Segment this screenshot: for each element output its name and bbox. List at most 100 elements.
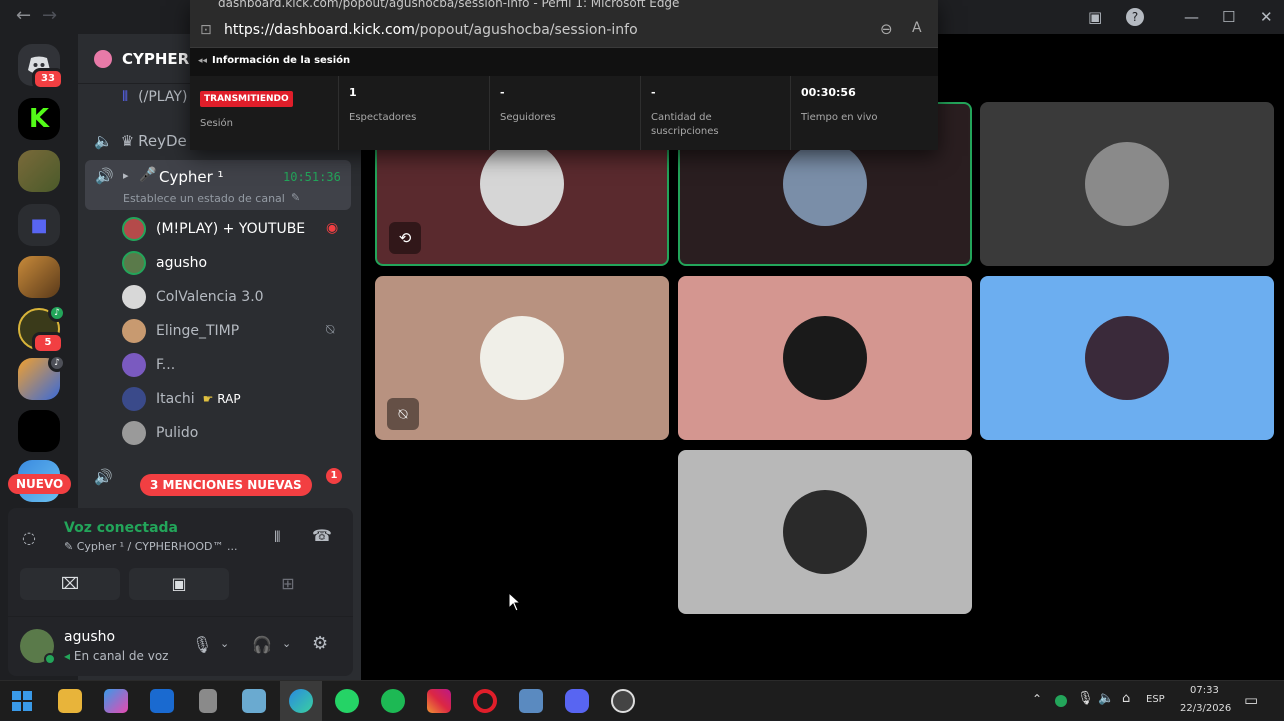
maximize-icon[interactable]: ☐ (1222, 8, 1235, 26)
member-name: (M!PLAY) + YOUTUBE (156, 221, 306, 237)
member-name: agusho (156, 255, 208, 271)
notepad-icon[interactable] (242, 689, 266, 713)
avatar (480, 142, 564, 226)
live-stream-icon: ◉ (326, 220, 339, 236)
spotify-icon[interactable] (381, 689, 405, 713)
headset-icon[interactable]: 🎧 (252, 635, 272, 654)
new-pill[interactable]: NUEVO (8, 474, 72, 494)
mic-icon[interactable]: 🎙 (1077, 691, 1094, 706)
inbox-icon[interactable]: ▣ (1088, 8, 1102, 26)
read-aloud-icon[interactable]: A (912, 20, 922, 36)
voice-member[interactable]: Itachi ☛ RAP (122, 384, 241, 414)
obs-icon[interactable] (611, 689, 635, 713)
app-icon[interactable] (199, 689, 217, 713)
file-explorer-icon[interactable] (58, 689, 82, 713)
address-bar[interactable]: ⊡ https://dashboard.kick.com/popout/agus… (190, 14, 938, 48)
discord-home-button[interactable]: 33 (18, 44, 64, 90)
live-status-badge: TRANSMITIENDO (200, 91, 293, 107)
zoom-icon[interactable]: ⊖ (880, 20, 893, 38)
voice-member[interactable]: Elinge_TIMP (122, 316, 239, 346)
server-icon-4[interactable]: ♪ 5 (18, 304, 66, 354)
avatar (783, 316, 867, 400)
voice-member[interactable]: F... (122, 350, 175, 380)
discord-icon[interactable] (565, 689, 589, 713)
settings-gear-icon[interactable]: ⚙ (312, 633, 328, 654)
volume-icon[interactable]: 🔈 (1098, 691, 1114, 706)
muted-mic-icon: ⍉ (326, 322, 335, 338)
close-icon[interactable]: ✕ (1260, 8, 1273, 26)
screen-share-button[interactable]: ▣ (129, 568, 229, 600)
voice-channel-path[interactable]: ✎ Cypher ¹ / CYPHERHOOD™ ... (64, 540, 238, 553)
notifications-icon[interactable]: ▭ (1244, 691, 1258, 709)
minimize-icon[interactable]: — (1184, 8, 1199, 26)
copilot-icon[interactable] (104, 689, 128, 713)
session-stat: TRANSMITIENDO Sesión (190, 76, 339, 150)
edge-icon[interactable] (289, 689, 313, 713)
user-area: agusho ◂ En canal de voz 🎙 ⌄ 🎧 ⌄ ⚙ (8, 616, 353, 676)
instagram-icon[interactable] (427, 689, 451, 713)
chevron-up-icon[interactable]: ⌃ (1032, 692, 1042, 706)
camera-off-button[interactable]: ⌧ (20, 568, 120, 600)
voice-member[interactable]: ColValencia 3.0 (122, 282, 264, 312)
voice-member[interactable]: Pulido (122, 418, 198, 448)
avatar (122, 421, 146, 445)
server-icon-2[interactable] (18, 150, 60, 192)
participant-tile[interactable] (678, 450, 972, 614)
whatsapp-icon[interactable] (335, 689, 359, 713)
app-icon[interactable] (519, 689, 543, 713)
folder-icon[interactable]: ■ (18, 204, 60, 246)
user-status: ◂ En canal de voz (64, 649, 169, 663)
forward-arrow-icon[interactable]: → (42, 5, 57, 26)
participant-tile[interactable] (980, 276, 1274, 440)
channel-timer: 10:51:36 (283, 170, 341, 184)
help-icon[interactable]: ? (1126, 8, 1144, 26)
mic-icon[interactable]: 🎙 (192, 635, 212, 654)
voice-member[interactable]: (M!PLAY) + YOUTUBE (122, 214, 305, 244)
avatar (122, 319, 146, 343)
start-windows-icon[interactable] (12, 691, 32, 711)
voice-status[interactable]: Voz conectada (64, 520, 178, 536)
url-text[interactable]: https://dashboard.kick.com/popout/agusho… (224, 22, 638, 38)
language-indicator[interactable]: ESP (1146, 694, 1165, 705)
channel-status-hint[interactable]: Establece un estado de canal (123, 192, 285, 205)
lock-icon[interactable]: ⊡ (200, 22, 212, 38)
server-icon-6[interactable] (18, 410, 60, 452)
activities-button[interactable]: ⊞ (238, 568, 338, 600)
stat-label: Sesión (200, 118, 233, 129)
back-arrow-icon[interactable]: ← (16, 5, 31, 26)
participant-tile[interactable]: ⍉ (375, 276, 669, 440)
subscriptions-stat: - Cantidad de suscripciones (641, 76, 791, 150)
participant-tile[interactable] (980, 102, 1274, 266)
avatar (122, 353, 146, 377)
disconnect-icon[interactable]: ☎ (312, 526, 332, 545)
server-icon-3[interactable] (18, 256, 60, 298)
stat-value: - (651, 86, 656, 99)
chevron-down-icon[interactable]: ⌄ (220, 637, 229, 650)
speaker-active-icon: 🔊 (95, 167, 114, 185)
opera-gx-icon[interactable] (473, 689, 497, 713)
voice-member[interactable]: agusho (122, 248, 207, 278)
avatar (1085, 142, 1169, 226)
windows-taskbar: ⌃ 🎙 🔈 ⌂ ESP 07:33 22/3/2026 ▭ (0, 680, 1284, 721)
voice-user-panel: ◌ Voz conectada ✎ Cypher ¹ / CYPHERHOOD™… (8, 508, 353, 676)
username[interactable]: agusho (64, 629, 115, 645)
status-dot-icon[interactable] (1055, 695, 1067, 707)
clock-date[interactable]: 22/3/2026 (1180, 703, 1231, 714)
outlook-icon[interactable] (150, 689, 174, 713)
clock-time[interactable]: 07:33 (1190, 685, 1219, 696)
network-icon[interactable]: ⌂ (1122, 691, 1130, 706)
server-logo-icon (94, 50, 112, 68)
server-icon-5[interactable]: ♪ (18, 354, 66, 400)
noise-suppression-icon[interactable]: ⦀ (274, 528, 281, 546)
followers-stat: - Seguidores (490, 76, 641, 150)
mentions-pill[interactable]: 3 MENCIONES NUEVAS (140, 474, 312, 496)
voice-channel-reyde[interactable]: 🔈 ♛ ReyDe (94, 126, 187, 156)
chevron-down-icon[interactable]: ⌄ (282, 637, 291, 650)
signal-icon[interactable]: ◌ (22, 528, 36, 547)
speaker-icon: 🔈 (94, 132, 113, 150)
kick-server-icon[interactable]: K (18, 98, 60, 140)
avatar (122, 285, 146, 309)
active-voice-channel[interactable]: 🔊 ▸ 🎤 Cypher ¹ 10:51:36 Establece un est… (85, 160, 351, 210)
stat-label: Cantidad de suscripciones (651, 112, 719, 137)
participant-tile[interactable] (678, 276, 972, 440)
